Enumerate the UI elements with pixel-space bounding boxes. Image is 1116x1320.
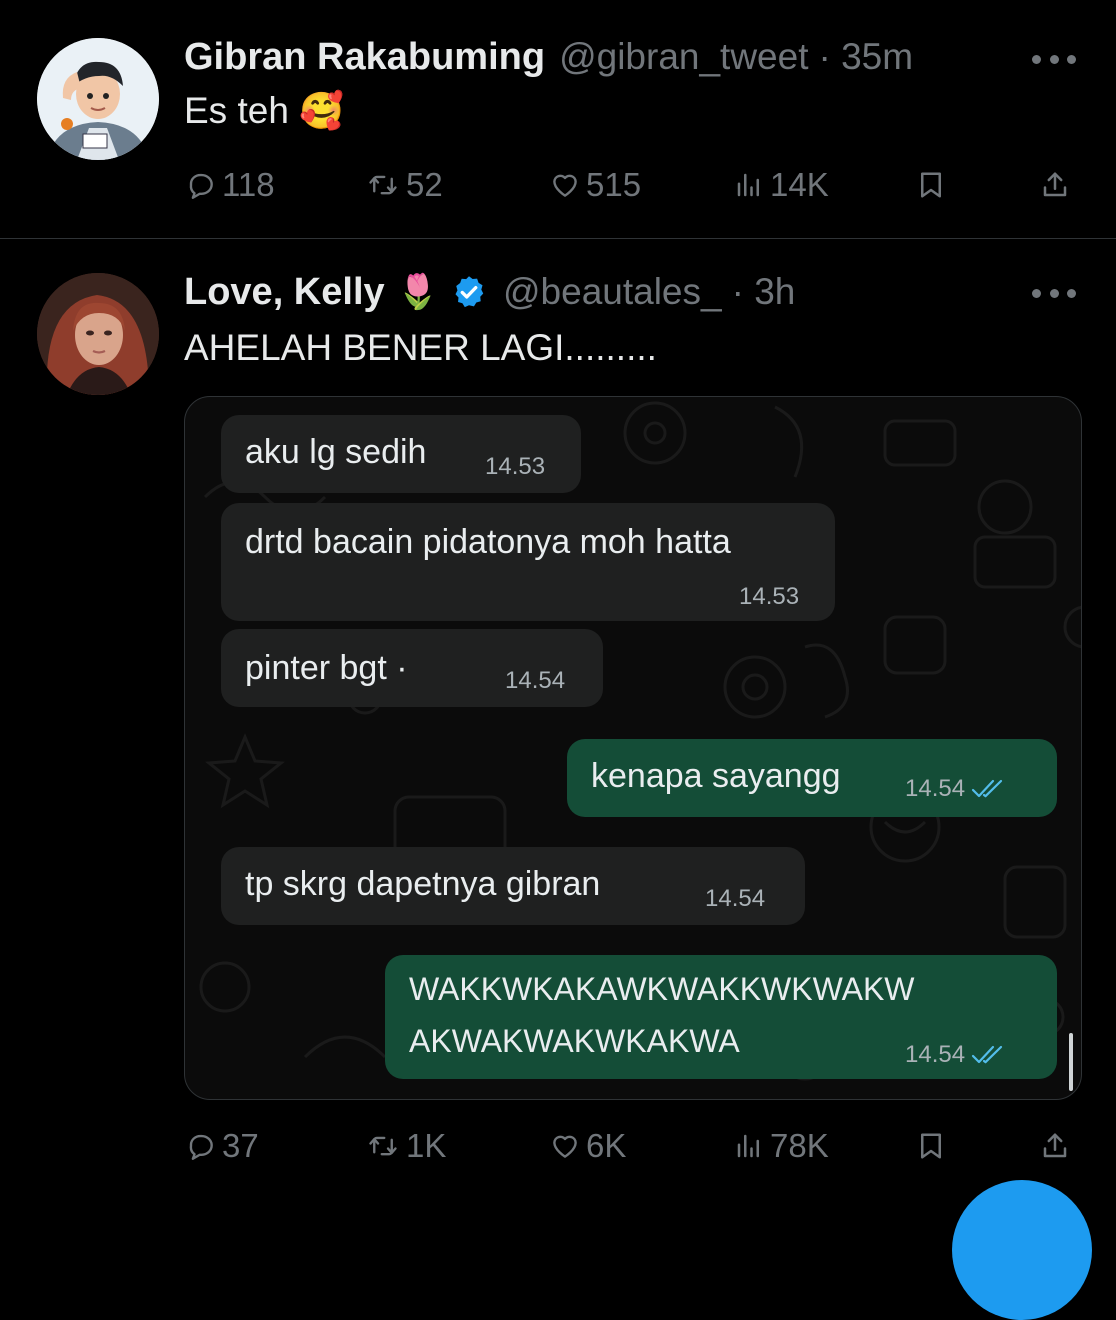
views-button[interactable]: 14K (734, 163, 829, 207)
chat-message-outgoing[interactable]: kenapa sayangg 14.54 (567, 739, 1057, 817)
chat-message-incoming[interactable]: tp skrg dapetnya gibran 14.54 (221, 847, 805, 925)
avatar[interactable] (37, 38, 159, 160)
tweet-media-chat-screenshot[interactable]: aku lg sedih 14.53 drtd bacain pidatonya… (184, 396, 1082, 1100)
bookmark-icon (916, 170, 946, 200)
like-count: 515 (586, 166, 642, 203)
bookmark-icon (916, 1131, 946, 1161)
bookmark-button[interactable] (916, 1124, 952, 1168)
display-name[interactable]: Love, Kelly (184, 271, 385, 314)
tweet-text: AHELAH BENER LAGI......... (184, 327, 657, 368)
tweet-gibran[interactable]: Gibran Rakabuming @gibran_tweet · 35m Es… (0, 0, 1116, 238)
view-count: 78K (770, 1127, 829, 1164)
reply-count: 37 (222, 1127, 259, 1164)
tweet-text: Es teh 🥰 (184, 90, 344, 132)
retweet-count: 1K (406, 1127, 447, 1164)
message-text: pinter bgt · (245, 649, 408, 687)
read-receipt-icon (971, 778, 1005, 800)
like-count: 6K (586, 1127, 627, 1164)
message-time: 14.53 (485, 453, 546, 480)
read-receipt-icon (971, 1044, 1005, 1066)
views-icon (734, 1131, 764, 1161)
avatar[interactable] (37, 273, 159, 395)
tweet-text-content: Es teh (184, 90, 289, 131)
retweet-button[interactable]: 1K (366, 1124, 446, 1168)
reply-icon (186, 1131, 216, 1161)
smiling-face-hearts-emoji: 🥰 (299, 90, 345, 131)
compose-fab-button[interactable] (952, 1180, 1092, 1320)
message-time: 14.54 (505, 667, 566, 694)
share-button[interactable] (1040, 1124, 1076, 1168)
chat-message-outgoing[interactable]: WAKKWKAKAWKWAKKWKWAKW AKWAKWAKWKAKWA 14.… (385, 955, 1057, 1079)
like-button[interactable]: 6K (550, 1124, 626, 1168)
retweet-button[interactable]: 52 (366, 163, 443, 207)
reply-count: 118 (222, 166, 275, 203)
heart-icon (550, 1131, 580, 1161)
tweet-actions: 118 52 515 14K (184, 163, 1076, 207)
message-text: tp skrg dapetnya gibran (245, 865, 601, 903)
tweet-actions: 37 1K 6K 78K (184, 1124, 1076, 1168)
message-text-line-2: AKWAKWAKWKAKWA (409, 1023, 740, 1059)
timestamp[interactable]: · 35m (819, 36, 914, 78)
more-icon[interactable] (1032, 285, 1076, 301)
message-time: 14.53 (739, 583, 800, 610)
share-icon (1040, 170, 1070, 200)
bookmark-button[interactable] (916, 163, 952, 207)
reply-button[interactable]: 118 (186, 163, 275, 207)
views-button[interactable]: 78K (734, 1124, 829, 1168)
tweet-header: Love, Kelly 🌷 @beautales_ · 3h (184, 269, 795, 315)
view-count: 14K (770, 166, 829, 203)
timestamp[interactable]: · 3h (732, 271, 796, 313)
display-name[interactable]: Gibran Rakabuming (184, 36, 545, 79)
message-time-text: 14.54 (905, 1041, 966, 1068)
tweet-header: Gibran Rakabuming @gibran_tweet · 35m (184, 34, 913, 80)
like-button[interactable]: 515 (550, 163, 641, 207)
reply-icon (186, 170, 216, 200)
chat-message-incoming[interactable]: pinter bgt · 14.54 (221, 629, 603, 707)
user-handle[interactable]: @beautales_ (503, 271, 722, 313)
message-text: drtd bacain pidatonya moh hatta (245, 523, 731, 561)
message-text: aku lg sedih (245, 433, 427, 471)
tulip-emoji: 🌷 (396, 273, 439, 311)
share-button[interactable] (1040, 163, 1076, 207)
share-icon (1040, 1131, 1070, 1161)
more-icon[interactable] (1032, 51, 1076, 67)
chat-scrollbar[interactable] (1069, 1033, 1073, 1091)
message-time: 14.54 (905, 775, 1005, 803)
chat-message-incoming[interactable]: drtd bacain pidatonya moh hatta 14.53 (221, 503, 835, 621)
heart-icon (550, 170, 580, 200)
retweet-icon (366, 170, 400, 200)
reply-button[interactable]: 37 (186, 1124, 259, 1168)
message-time-text: 14.54 (905, 775, 966, 802)
message-text-line-1: WAKKWKAKAWKWAKKWKWAKW (409, 971, 915, 1007)
chat-message-incoming[interactable]: aku lg sedih 14.53 (221, 415, 581, 493)
retweet-icon (366, 1131, 400, 1161)
user-handle[interactable]: @gibran_tweet (559, 36, 808, 78)
retweet-count: 52 (406, 166, 443, 203)
views-icon (734, 170, 764, 200)
message-text: kenapa sayangg (591, 757, 841, 795)
verified-badge-icon[interactable] (451, 274, 487, 310)
message-time: 14.54 (905, 1041, 1005, 1069)
message-time: 14.54 (705, 885, 766, 912)
